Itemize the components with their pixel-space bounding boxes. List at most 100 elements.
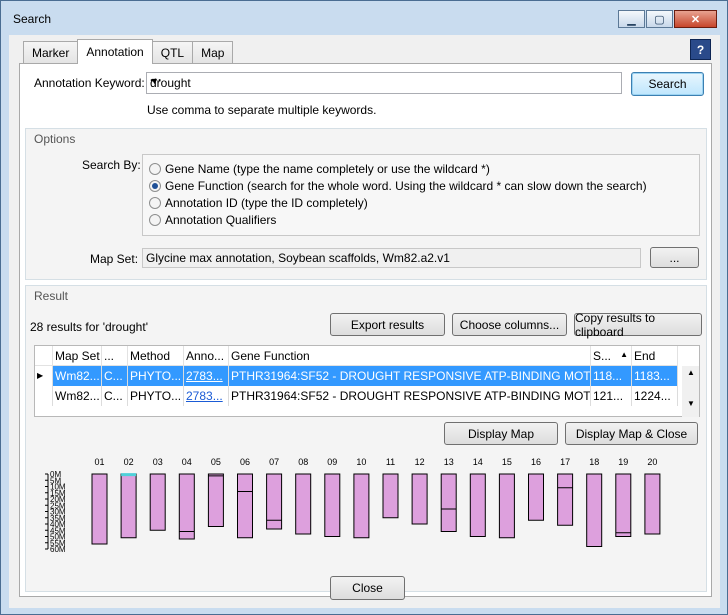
scale-tick-label: 60M: [50, 545, 66, 554]
column-gene-function[interactable]: Gene Function: [229, 346, 591, 366]
chromosome-label: 20: [647, 457, 657, 467]
radio-gene-function[interactable]: Gene Function (search for the whole word…: [149, 179, 647, 193]
chromosome-label: 10: [356, 457, 366, 467]
table-row[interactable]: Wm82... C... PHYTO... 2783... PTHR31964:…: [35, 386, 699, 406]
column-method[interactable]: Method: [128, 346, 184, 366]
keyword-input[interactable]: drought ▼ ···: [146, 72, 622, 94]
tab-annotation[interactable]: Annotation: [77, 39, 153, 64]
search-dialog: Search ▁ ▢ ✕ Marker Annotation QTL Map ?…: [0, 0, 728, 615]
chromosome-bar[interactable]: [498, 473, 515, 539]
chromosome-bar[interactable]: [120, 473, 137, 539]
chromosome-label: 16: [531, 457, 541, 467]
chromosome-bar[interactable]: [178, 473, 195, 540]
column-map-set[interactable]: Map Set: [53, 346, 102, 366]
minimize-icon[interactable]: ▁: [618, 10, 645, 28]
chromosome-map[interactable]: 0M5M10M15M20M25M30M35M40M45M50M55M60M01 0…: [30, 448, 700, 578]
title-bar[interactable]: Search ▁ ▢ ✕: [1, 1, 727, 35]
chromosome-bar[interactable]: [295, 473, 312, 535]
search-button[interactable]: Search: [631, 72, 704, 96]
results-grid: Map Set ... Method Anno... Gene Function…: [34, 345, 700, 417]
result-title: Result: [34, 289, 69, 303]
chromosome-bar[interactable]: [615, 473, 632, 537]
dialog-client: Marker Annotation QTL Map ? Annotation K…: [9, 35, 720, 608]
chromosome-label: 03: [153, 457, 163, 467]
tab-strip: Marker Annotation QTL Map: [23, 39, 234, 64]
chromosome-label: 01: [94, 457, 104, 467]
radio-button[interactable]: [149, 214, 161, 226]
chromosome-label: 07: [269, 457, 279, 467]
column-annotation[interactable]: Anno...: [184, 346, 229, 366]
radio-annotation-id[interactable]: Annotation ID (type the ID completely): [149, 196, 368, 210]
chromosome-bar[interactable]: [528, 473, 544, 521]
annotation-link[interactable]: 2783...: [186, 389, 223, 403]
chromosome-bar[interactable]: [382, 473, 399, 519]
tab-qtl[interactable]: QTL: [151, 41, 194, 63]
chromosome-bar[interactable]: [353, 473, 370, 539]
column-collapsed[interactable]: ...: [102, 346, 128, 366]
tab-map[interactable]: Map: [192, 41, 234, 63]
chromosome-label: 08: [298, 457, 308, 467]
chromosome-bar[interactable]: [149, 473, 166, 531]
map-set-field: Glycine max annotation, Soybean scaffold…: [142, 248, 641, 268]
radio-button-selected[interactable]: [149, 180, 161, 192]
column-start[interactable]: S... ▲: [591, 346, 632, 366]
radio-button[interactable]: [149, 163, 161, 175]
chromosome-bar[interactable]: [237, 473, 253, 539]
radio-button[interactable]: [149, 197, 161, 209]
keyword-hint: Use comma to separate multiple keywords.: [147, 103, 377, 117]
chromosome-bar[interactable]: [644, 473, 661, 535]
chromosome-label: 11: [386, 457, 395, 467]
chromosome-label: 05: [211, 457, 221, 467]
maximize-icon[interactable]: ▢: [646, 10, 673, 28]
chromosome-label: 18: [589, 457, 599, 467]
scroll-down-icon[interactable]: ▼: [687, 399, 695, 408]
chromosome-bar[interactable]: [91, 473, 108, 545]
export-results-button[interactable]: Export results: [330, 313, 445, 336]
chromosome-bar[interactable]: [411, 473, 428, 525]
chromosome-label: 14: [473, 457, 483, 467]
annotation-link[interactable]: 2783...: [186, 369, 223, 383]
result-group: Result 28 results for 'drought' Export r…: [25, 285, 707, 592]
chromosome-label: 17: [560, 457, 570, 467]
grid-scrollbar[interactable]: ▲ ▼: [682, 366, 699, 417]
chromosome-bar[interactable]: [207, 473, 224, 527]
close-button[interactable]: Close: [330, 576, 405, 600]
row-pointer-icon: ▶: [35, 366, 53, 386]
chromosome-label: 19: [618, 457, 628, 467]
help-icon[interactable]: ?: [690, 39, 711, 60]
scroll-up-icon[interactable]: ▲: [687, 368, 695, 377]
chromosome-label: 12: [415, 457, 425, 467]
close-icon[interactable]: ✕: [674, 10, 717, 28]
chromosome-bar[interactable]: [557, 473, 574, 526]
chromosome-bar[interactable]: [586, 473, 603, 547]
chromosome-bar[interactable]: [440, 473, 457, 532]
sort-asc-icon: ▲: [620, 350, 628, 359]
options-group: Options Search By: Gene Name (type the n…: [25, 128, 707, 280]
map-set-label: Map Set:: [90, 252, 139, 266]
chromosome-label: 09: [327, 457, 337, 467]
annotation-panel: Annotation Keyword: drought ▼ ··· Search…: [19, 63, 712, 597]
chromosome-label: 13: [444, 457, 454, 467]
choose-columns-button[interactable]: Choose columns...: [452, 313, 567, 336]
chromosome-label: 15: [502, 457, 512, 467]
table-row[interactable]: ▶ Wm82... C... PHYTO... 2783... PTHR3196…: [35, 366, 699, 386]
chromosome-bar[interactable]: [324, 473, 341, 537]
radio-annotation-qualifiers[interactable]: Annotation Qualifiers: [149, 213, 276, 227]
more-icon[interactable]: ···: [150, 73, 617, 87]
options-title: Options: [34, 132, 76, 146]
chromosome-bar[interactable]: [469, 473, 486, 537]
chromosome-label: 04: [182, 457, 192, 467]
display-map-close-button[interactable]: Display Map & Close: [565, 422, 698, 445]
radio-gene-name[interactable]: Gene Name (type the name completely or u…: [149, 162, 490, 176]
display-map-button[interactable]: Display Map: [444, 422, 558, 445]
chromosome-label: 02: [124, 457, 134, 467]
keyword-label: Annotation Keyword:: [34, 76, 145, 90]
tab-marker[interactable]: Marker: [23, 41, 79, 63]
map-set-browse-button[interactable]: ...: [650, 247, 699, 268]
result-count: 28 results for 'drought': [30, 320, 148, 334]
grid-header-row: Map Set ... Method Anno... Gene Function…: [35, 346, 699, 366]
chromosome-label: 06: [240, 457, 250, 467]
column-end[interactable]: End: [632, 346, 678, 366]
window-title: Search: [13, 12, 52, 26]
copy-to-clipboard-button[interactable]: Copy results to clipboard: [574, 311, 702, 339]
